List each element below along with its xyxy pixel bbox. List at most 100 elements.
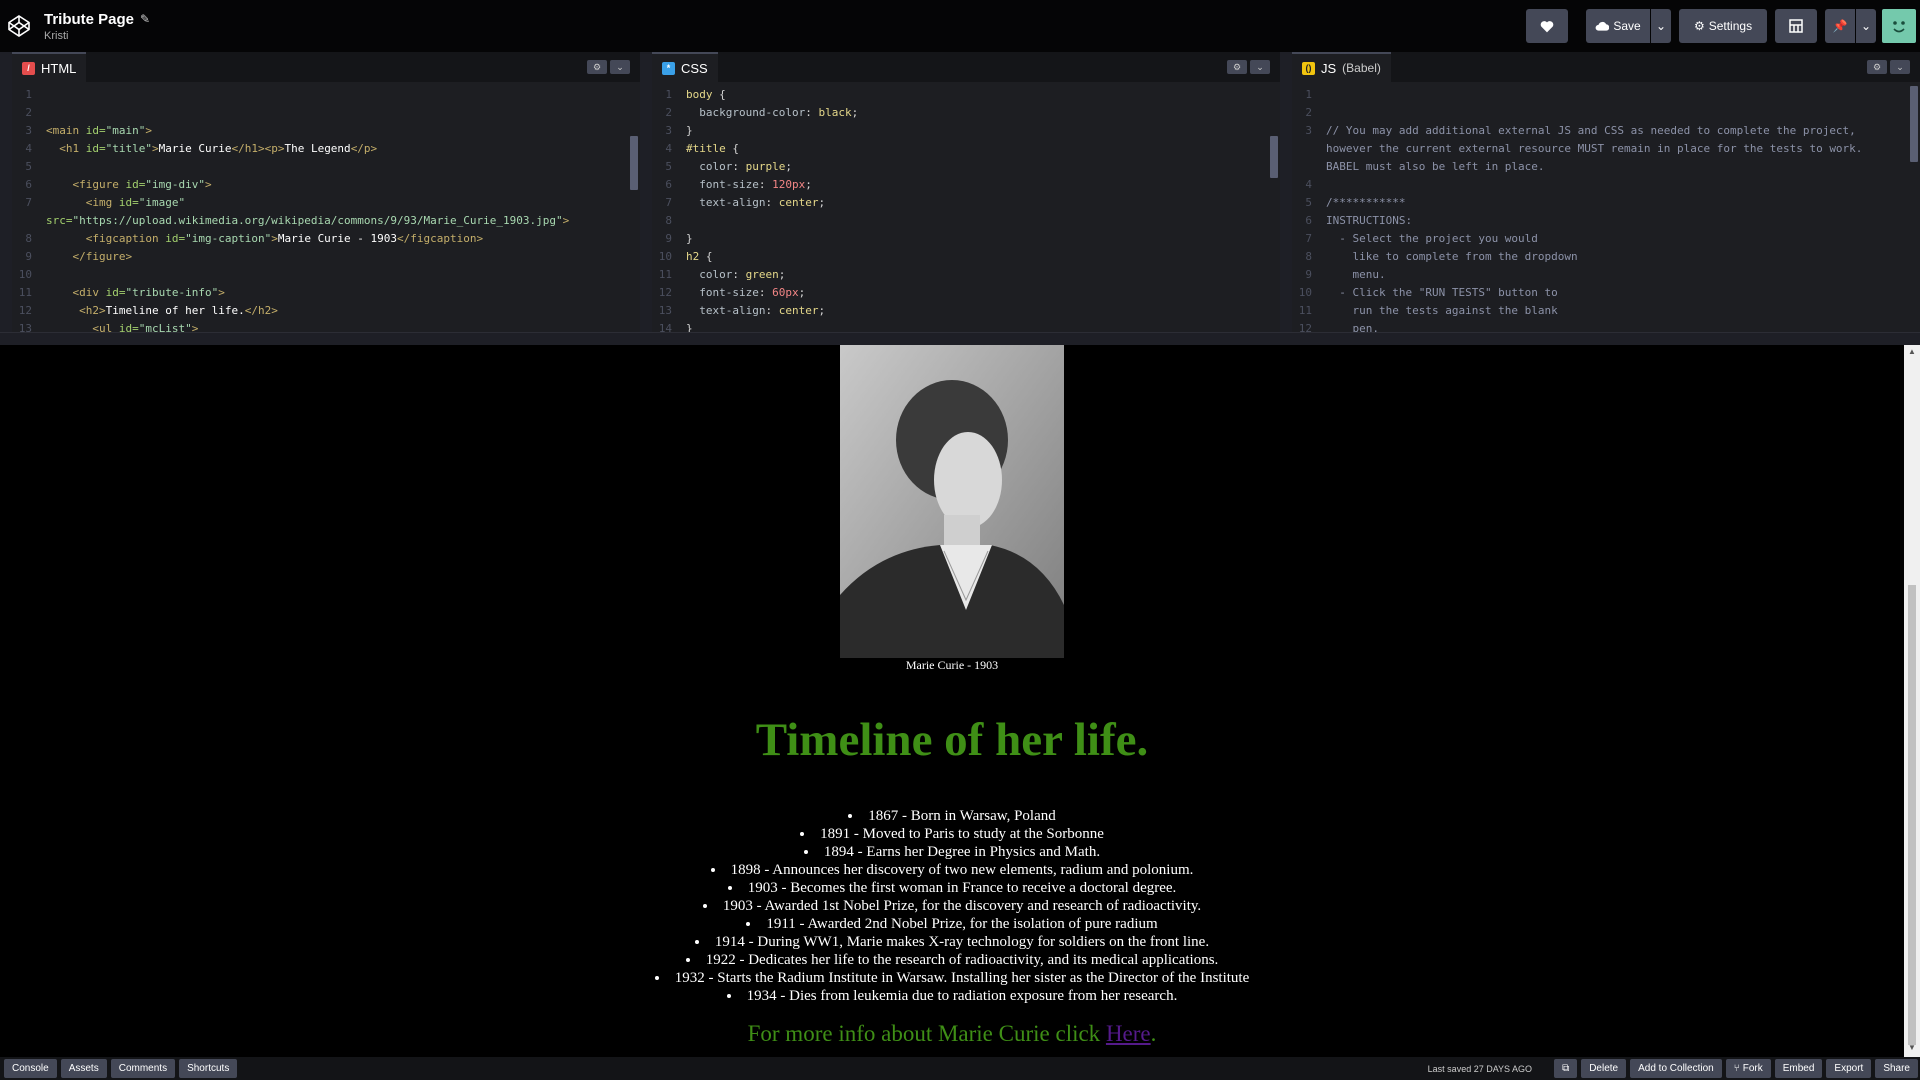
codepen-logo-icon[interactable] — [6, 13, 32, 39]
code-line[interactable]: 7 text-align: center; — [652, 194, 1268, 212]
code-line[interactable]: BABEL must also be left in place. — [1292, 158, 1908, 176]
code-line[interactable]: 10 - Click the "RUN TESTS" button to — [1292, 284, 1908, 302]
code-text[interactable]: color: green; — [686, 266, 785, 284]
code-text[interactable]: menu. — [1326, 266, 1385, 284]
code-text[interactable]: BABEL must also be left in place. — [1326, 158, 1545, 176]
tab-html[interactable]: / HTML — [12, 52, 87, 82]
code-line[interactable]: 8 <figcaption id="img-caption">Marie Cur… — [12, 230, 628, 248]
tab-js[interactable]: () JS (Babel) — [1292, 52, 1391, 82]
code-text[interactable]: text-align: center; — [686, 302, 825, 320]
css-code[interactable]: 1 body {2 background-color: black; 3} 4 #tit… — [652, 86, 1268, 332]
scroll-down-arrow-icon[interactable]: ▼ — [1904, 1043, 1920, 1055]
code-text[interactable]: // You may add additional external JS an… — [1326, 122, 1856, 140]
save-options-button[interactable]: ⌄ — [1651, 9, 1671, 43]
scroll-up-arrow-icon[interactable]: ▲ — [1904, 347, 1920, 359]
code-text[interactable]: font-size: 60px; — [686, 284, 805, 302]
css-editor[interactable]: * CSS ⚙ ⌄ 1 body {2 background-color: bla… — [652, 52, 1280, 332]
code-text[interactable]: <h2>Timeline of her life.</h2> — [46, 302, 278, 320]
code-line[interactable]: 7 - Select the project you would — [1292, 230, 1908, 248]
code-text[interactable]: however the current external resource MU… — [1326, 140, 1862, 158]
code-text[interactable]: run the tests against the blank — [1326, 302, 1557, 320]
assets-button[interactable]: Assets — [60, 1059, 107, 1078]
code-line[interactable]: 5 /*********** — [1292, 194, 1908, 212]
code-text[interactable]: </figure> — [46, 248, 133, 266]
code-line[interactable]: 3 <main id="main"> — [12, 122, 628, 140]
code-text[interactable]: text-align: center; — [686, 194, 825, 212]
js-code[interactable]: 1 2 3// You may add additional external JS… — [1292, 86, 1908, 332]
gear-icon[interactable]: ⚙ — [1227, 60, 1247, 74]
code-text[interactable]: } — [686, 230, 693, 248]
code-line[interactable]: 3} — [652, 122, 1268, 140]
code-text[interactable]: h2 { — [686, 248, 713, 266]
code-line[interactable]: 1 body { — [652, 86, 1268, 104]
code-line[interactable]: 3 // You may add additional external JS a… — [1292, 122, 1908, 140]
code-line[interactable]: 10 h2 { — [652, 248, 1268, 266]
code-text[interactable]: <img id="image" — [46, 194, 185, 212]
code-line[interactable]: 6 font-size: 120px; — [652, 176, 1268, 194]
code-line[interactable]: 5 color: purple; — [652, 158, 1268, 176]
code-text[interactable]: <figcaption id="img-caption">Marie Curie… — [46, 230, 483, 248]
code-text[interactable]: - Select the project you would — [1326, 230, 1538, 248]
code-text[interactable]: font-size: 120px; — [686, 176, 812, 194]
css-editor-scrollbar[interactable] — [1270, 136, 1278, 178]
gear-icon[interactable]: ⚙ — [587, 60, 607, 74]
code-text[interactable]: } — [686, 122, 693, 140]
code-text[interactable]: /*********** — [1326, 194, 1405, 212]
avatar[interactable] — [1882, 9, 1916, 43]
code-text[interactable]: <main id="main"> — [46, 122, 152, 140]
code-line[interactable]: 4 #title { — [652, 140, 1268, 158]
chevron-down-icon[interactable]: ⌄ — [610, 60, 630, 74]
code-text[interactable]: <h1 id="title">Marie Curie</h1><p>The Le… — [46, 140, 377, 158]
preview-resizer[interactable] — [0, 332, 1920, 345]
fork-button[interactable]: ⑂ Fork — [1725, 1059, 1771, 1078]
tab-css[interactable]: * CSS — [652, 52, 718, 82]
js-editor[interactable]: () JS (Babel) ⚙ ⌄ 1 2 3// You may add addi… — [1292, 52, 1920, 332]
code-line[interactable]: 11 <div id="tribute-info"> — [12, 284, 628, 302]
pin-button[interactable]: 📌 — [1825, 9, 1855, 43]
code-line[interactable]: 7 <img id="image" — [12, 194, 628, 212]
code-text[interactable]: - Click the "RUN TESTS" button to — [1326, 284, 1558, 302]
author-name[interactable]: Kristi — [44, 30, 150, 42]
code-line[interactable]: 13 text-align: center; — [652, 302, 1268, 320]
preview-scrollbar[interactable]: ▲ ▼ — [1904, 345, 1920, 1057]
code-line[interactable]: 5 — [12, 158, 628, 176]
code-line[interactable]: 1 — [1292, 86, 1908, 104]
code-text[interactable]: <ul id="mcList"> — [46, 320, 198, 332]
code-line[interactable]: 13 <ul id="mcList"> — [12, 320, 628, 332]
js-editor-scrollbar[interactable] — [1910, 86, 1918, 162]
code-line[interactable]: 8 like to complete from the dropdown — [1292, 248, 1908, 266]
love-button[interactable] — [1526, 9, 1568, 43]
code-text[interactable]: #title { — [686, 140, 739, 158]
more-info-link[interactable]: Here — [1106, 1021, 1151, 1046]
code-text[interactable]: like to complete from the dropdown — [1326, 248, 1577, 266]
editor-gutter[interactable] — [640, 52, 652, 332]
code-text[interactable]: INSTRUCTIONS: — [1326, 212, 1412, 230]
editor-gutter[interactable] — [1280, 52, 1292, 332]
add-to-collection-button[interactable]: Add to Collection — [1630, 1059, 1722, 1078]
change-view-button[interactable] — [1775, 9, 1817, 43]
chevron-down-icon[interactable]: ⌄ — [1890, 60, 1910, 74]
code-text[interactable]: pen. — [1326, 320, 1379, 332]
code-line[interactable]: 10 — [12, 266, 628, 284]
code-line[interactable]: 6 INSTRUCTIONS: — [1292, 212, 1908, 230]
code-line[interactable]: 1 — [12, 86, 628, 104]
shortcuts-button[interactable]: Shortcuts — [179, 1059, 238, 1078]
code-line[interactable]: 2 background-color: black; — [652, 104, 1268, 122]
code-text[interactable]: body { — [686, 86, 726, 104]
code-line[interactable]: 4 — [1292, 176, 1908, 194]
code-text[interactable]: } — [686, 320, 693, 332]
share-button[interactable]: Share — [1875, 1059, 1918, 1078]
code-line[interactable]: 14} — [652, 320, 1268, 332]
embed-button[interactable]: Embed — [1774, 1059, 1823, 1078]
code-line[interactable]: src="https://upload.wikimedia.org/wikipe… — [12, 212, 628, 230]
html-editor[interactable]: / HTML ⚙ ⌄ 1 2 3 <main id="main"> 4 <h1 id="… — [12, 52, 640, 332]
gear-icon[interactable]: ⚙ — [1867, 60, 1887, 74]
code-line[interactable]: 2 — [1292, 104, 1908, 122]
html-editor-scrollbar[interactable] — [630, 136, 638, 190]
code-text[interactable]: <figure id="img-div"> — [46, 176, 212, 194]
code-line[interactable]: 9 </figure> — [12, 248, 628, 266]
code-line[interactable]: 4 <h1 id="title">Marie Curie</h1><p>The … — [12, 140, 628, 158]
code-text[interactable]: color: purple; — [686, 158, 792, 176]
preview-scroll-thumb[interactable] — [1908, 585, 1916, 1045]
code-line[interactable]: 12 pen. — [1292, 320, 1908, 332]
